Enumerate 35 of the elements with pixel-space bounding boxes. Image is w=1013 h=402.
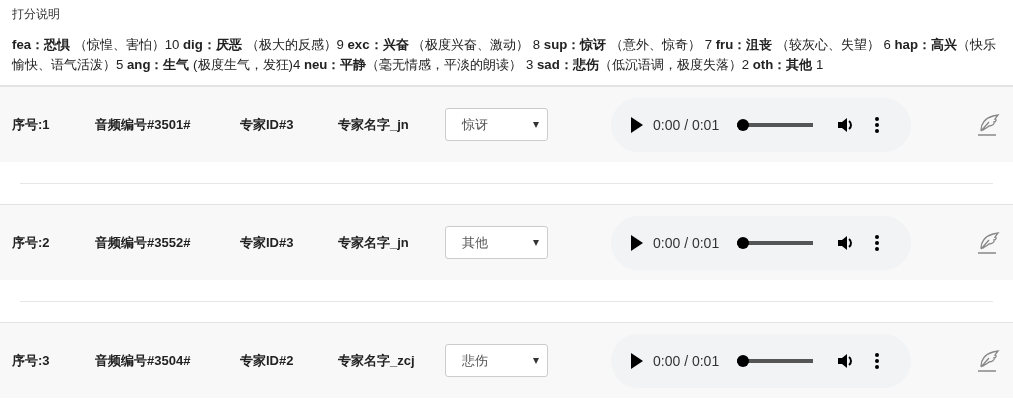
slider-thumb[interactable] (737, 236, 750, 249)
expert-name: 专家名字_jn (338, 233, 410, 252)
caret-icon (533, 121, 539, 128)
section-title: 打分说明 (12, 6, 61, 23)
expert-name: 专家名字_jn (338, 115, 410, 134)
more-options-icon[interactable] (875, 352, 880, 369)
play-icon[interactable] (631, 352, 643, 369)
more-options-icon[interactable] (875, 116, 880, 133)
time-display: 0:00 / 0:01 (653, 116, 720, 133)
expert-id: 专家ID#2 (240, 351, 295, 370)
slider-thumb[interactable] (737, 354, 750, 367)
play-icon[interactable] (631, 234, 643, 251)
row-number: 序号:1 (12, 115, 51, 134)
expert-id: 专家ID#3 (240, 233, 295, 252)
emotion-select[interactable]: 悲伤 (445, 344, 548, 377)
emotion-select[interactable]: 惊讶 (445, 108, 548, 141)
expert-id: 专家ID#3 (240, 115, 295, 134)
time-display: 0:00 / 0:01 (653, 352, 720, 369)
row-number: 序号:2 (12, 233, 51, 252)
row-number: 序号:3 (12, 351, 51, 370)
play-icon[interactable] (631, 116, 643, 133)
quill-icon[interactable] (975, 111, 1001, 138)
more-options-icon[interactable] (875, 234, 880, 251)
quill-icon[interactable] (975, 347, 1001, 374)
quill-icon[interactable] (975, 229, 1001, 256)
slider-thumb[interactable] (737, 118, 750, 131)
caret-icon (533, 357, 539, 364)
caret-icon (533, 239, 539, 246)
time-display: 0:00 / 0:01 (653, 234, 720, 251)
emotion-select[interactable]: 其他 (445, 226, 548, 259)
scoring-description: fea：恐惧 （惊惶、害怕）10 dig：厌恶 （极大的反感）9 exc：兴奋 （极度兴奋、激动） 8 sup：惊讶 （意外、惊奇） 7 fru：沮丧 （较灰心、失望） 6 hap：高兴（快乐愉快、语气活泼）5 ang：生气 (极度生气，发狂)4 neu：平静（毫无情感，平淡的朗读） 3 sad：悲伤（低沉语调，极度失落）2 oth：其他 1 (12, 36, 997, 74)
audio-id: 音频编号#3501# (95, 115, 192, 134)
audio-id: 音频编号#3552# (95, 233, 192, 252)
expert-name: 专家名字_zcj (338, 351, 416, 370)
audio-id: 音频编号#3504# (95, 351, 192, 370)
